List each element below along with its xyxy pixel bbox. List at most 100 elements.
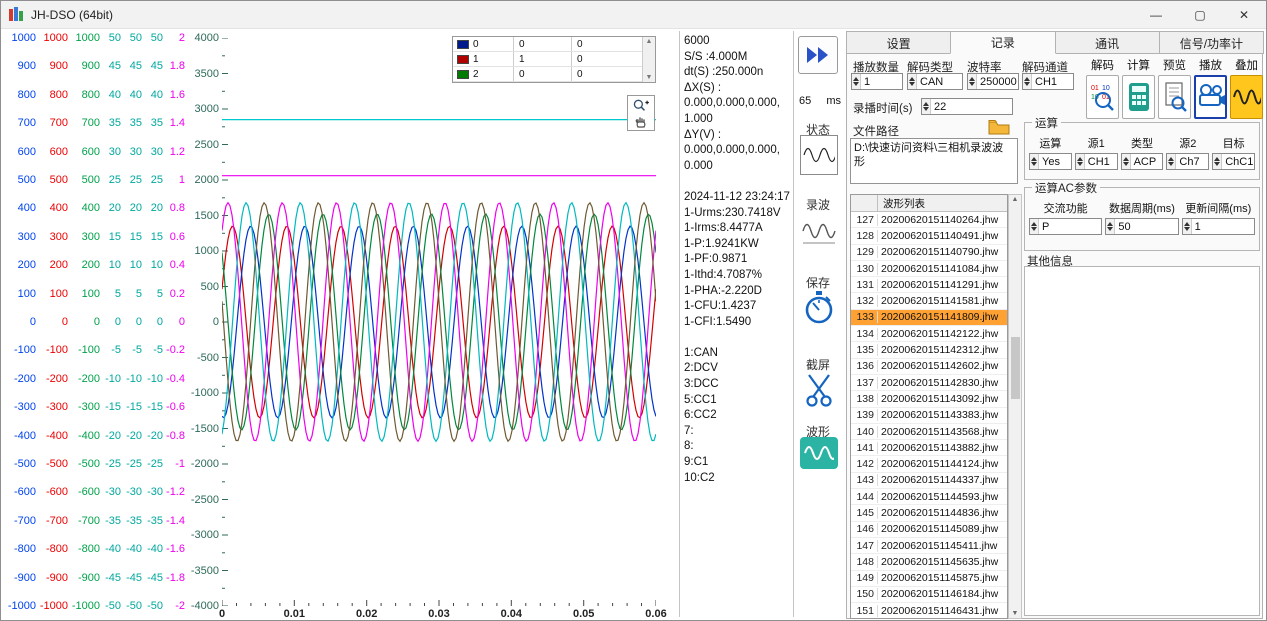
legend-row[interactable]: 110 [453, 52, 642, 67]
save-button[interactable] [800, 288, 838, 328]
waveform-list-row[interactable]: 13120200620151141291.jhw [851, 277, 1007, 293]
waveform-list-row[interactable]: 13320200620151141809.jhw [851, 310, 1007, 326]
spinner-arrows-icon[interactable] [908, 74, 917, 89]
y-tick-label: -100 [46, 344, 68, 356]
spinner-源1[interactable]: CH1 [1075, 153, 1118, 170]
waveform-list-row[interactable]: 12720200620151140264.jhw [851, 212, 1007, 228]
spinner-目标[interactable]: ChC1 [1212, 153, 1255, 170]
spinner-arrows-icon[interactable] [1076, 154, 1085, 169]
waveform-list-row[interactable]: 13720200620151142830.jhw [851, 375, 1007, 391]
decode-channel-spinner[interactable]: CH1 [1022, 73, 1074, 90]
waveform-list-row[interactable]: 14520200620151144836.jhw [851, 505, 1007, 521]
spinner-arrows-icon[interactable] [1023, 74, 1032, 89]
maximize-button[interactable]: ▢ [1178, 1, 1222, 29]
play-button[interactable] [1194, 75, 1227, 119]
spinner-arrows-icon[interactable] [1167, 154, 1176, 169]
waveform-list-row[interactable]: 14820200620151145635.jhw [851, 554, 1007, 570]
spinner-arrows-icon[interactable] [968, 74, 977, 89]
row-index: 140 [851, 426, 878, 438]
spinner-arrows-icon[interactable] [922, 99, 931, 114]
waveform-list-row[interactable]: 12920200620151140790.jhw [851, 245, 1007, 261]
y-tick-label: -400 [78, 430, 100, 442]
waveform-list-row[interactable]: 13420200620151142122.jhw [851, 326, 1007, 342]
pan-hand-icon[interactable] [634, 114, 648, 128]
spinner-arrows-icon[interactable] [1213, 154, 1222, 169]
spinner-arrows-icon[interactable] [1183, 219, 1192, 234]
record-wave-button[interactable] [800, 211, 838, 251]
other-info-box[interactable] [1024, 266, 1260, 616]
legend-scrollbar[interactable]: ▲▼ [642, 37, 655, 82]
close-button[interactable]: ✕ [1222, 1, 1266, 29]
y-tick-label: -5 [132, 344, 142, 356]
spinner-更新间隔(ms)[interactable]: 1 [1182, 218, 1255, 235]
decode-type-spinner[interactable]: CAN [907, 73, 963, 90]
spinner-arrows-icon[interactable] [1030, 154, 1039, 169]
scroll-thumb[interactable] [1011, 337, 1020, 399]
waveform-list-row[interactable]: 13820200620151143092.jhw [851, 391, 1007, 407]
spinner-交流功能[interactable]: P [1029, 218, 1102, 235]
spinner-arrows-icon[interactable] [1106, 219, 1115, 234]
waveform-list-row[interactable]: 14020200620151143568.jhw [851, 424, 1007, 440]
spinner-源2[interactable]: Ch7 [1166, 153, 1209, 170]
spinner-arrows-icon[interactable] [1030, 219, 1039, 234]
waveform-list-scrollbar[interactable]: ▲ ▼ [1008, 194, 1022, 619]
tab-记录[interactable]: 记录 [950, 31, 1055, 54]
waveform-list-row[interactable]: 13520200620151142312.jhw [851, 342, 1007, 358]
overlay-button[interactable] [1230, 75, 1263, 119]
browse-folder-button[interactable] [985, 118, 1013, 136]
spinner-arrows-icon[interactable] [1122, 154, 1131, 169]
spinner-数据周期(ms)[interactable]: 50 [1105, 218, 1178, 235]
screenshot-button[interactable] [800, 370, 838, 410]
preview-button[interactable] [1158, 75, 1191, 119]
waveform-button[interactable] [800, 437, 838, 469]
y-tick-label: 200 [50, 259, 68, 271]
file-path-box[interactable]: D:\快速访问资料\三相机录波波形 [850, 138, 1018, 184]
row-filename: 20200620151142602.jhw [878, 360, 1007, 372]
info-line: 0.000,0.000,0.000, [684, 143, 790, 159]
tab-设置[interactable]: 设置 [846, 31, 951, 54]
waveform-plot[interactable]: 000110200 ▲▼ [222, 38, 656, 606]
calc-button[interactable] [1122, 75, 1155, 119]
spinner-arrows-icon[interactable] [852, 74, 861, 89]
scroll-up-icon[interactable]: ▲ [1009, 196, 1021, 203]
waveform-list-row[interactable]: 13220200620151141581.jhw [851, 293, 1007, 309]
y-tick-label: -5 [111, 344, 121, 356]
decode-button[interactable]: 01 10 10 01 [1086, 75, 1119, 119]
waveform-list-row[interactable]: 14920200620151145875.jhw [851, 571, 1007, 587]
waveform-list-row[interactable]: 13620200620151142602.jhw [851, 359, 1007, 375]
legend-row[interactable]: 000 [453, 37, 642, 52]
tab-信号/功率计[interactable]: 信号/功率计 [1159, 31, 1264, 54]
waveform-list-row[interactable]: 14620200620151145089.jhw [851, 522, 1007, 538]
fast-forward-button[interactable] [798, 36, 838, 74]
waveform-list-row[interactable]: 15020200620151146184.jhw [851, 587, 1007, 603]
waveform-list-row[interactable]: 13020200620151141084.jhw [851, 261, 1007, 277]
y-tick-label: 1000 [12, 32, 36, 44]
record-time-spinner[interactable]: 22 [921, 98, 1013, 115]
y-tick-label: 4000 [195, 32, 219, 44]
spinner-类型[interactable]: ACP [1121, 153, 1164, 170]
waveform-list-header: 波形列表 [851, 195, 1007, 212]
y-tick-label: -45 [105, 572, 121, 584]
waveform-list-row[interactable]: 14120200620151143882.jhw [851, 440, 1007, 456]
waveform-list-row[interactable]: 14220200620151144124.jhw [851, 456, 1007, 472]
spinner-运算[interactable]: Yes [1029, 153, 1072, 170]
app-window: JH-DSO (64bit) — ▢ ✕ 1000900800700600500… [0, 0, 1267, 621]
waveform-list-row[interactable]: 14420200620151144593.jhw [851, 489, 1007, 505]
zoom-in-icon[interactable] [633, 99, 649, 113]
y-tick-label: -20 [126, 430, 142, 442]
waveform-list-row[interactable]: 14320200620151144337.jhw [851, 473, 1007, 489]
info-line: 5:CC1 [684, 393, 790, 409]
waveform-list-row[interactable]: 13920200620151143383.jhw [851, 408, 1007, 424]
waveform-list-row[interactable]: 14720200620151145411.jhw [851, 538, 1007, 554]
scroll-down-icon[interactable]: ▼ [1009, 610, 1021, 617]
waveform-list-row[interactable]: 15120200620151146431.jhw [851, 603, 1007, 618]
waveform-list-row[interactable]: 12820200620151140491.jhw [851, 228, 1007, 244]
minimize-button[interactable]: — [1134, 1, 1178, 29]
baud-rate-spinner[interactable]: 250000 [967, 73, 1019, 90]
info-line: 1-CFI:1.5490 [684, 315, 790, 331]
x-axis-labels: 00.010.020.030.040.050.06 [222, 608, 656, 621]
playback-count-spinner[interactable]: 1 [851, 73, 903, 90]
legend-row[interactable]: 200 [453, 67, 642, 82]
status-thumbnail[interactable] [800, 135, 838, 175]
tab-通讯[interactable]: 通讯 [1055, 31, 1160, 54]
